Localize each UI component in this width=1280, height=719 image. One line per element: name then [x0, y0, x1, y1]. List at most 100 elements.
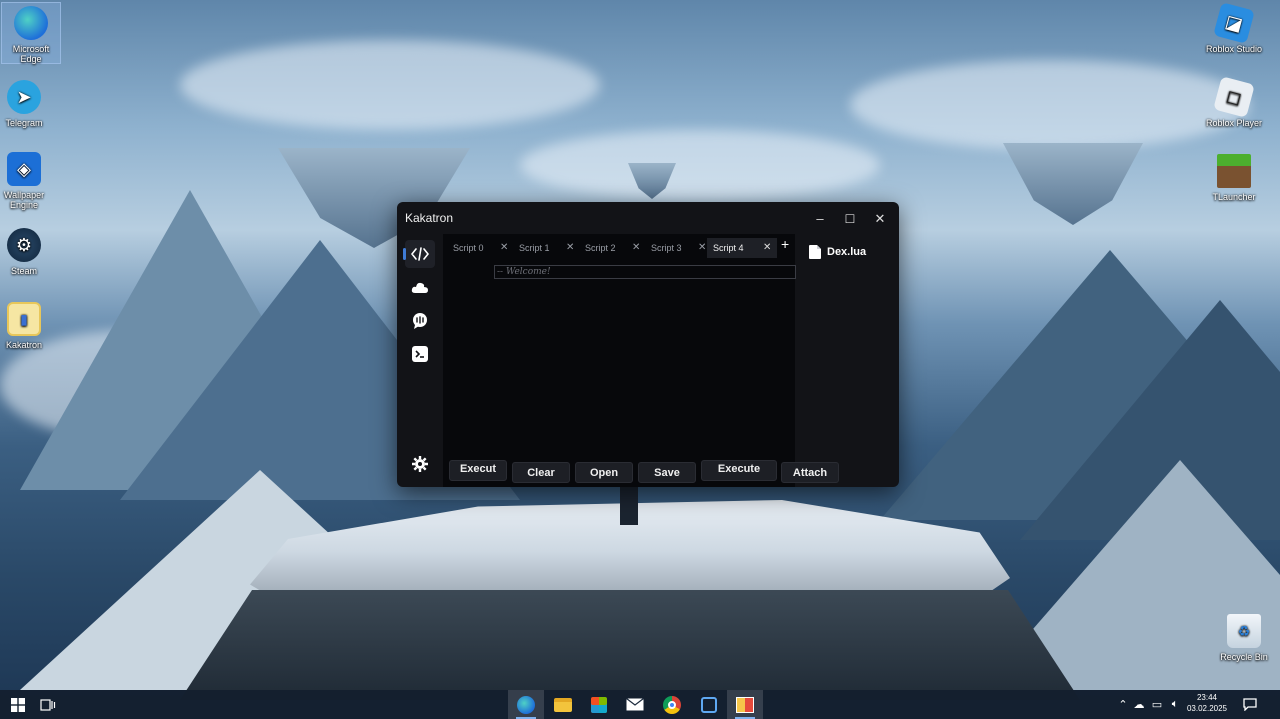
- roblox-player-icon: ◻: [1213, 76, 1255, 118]
- taskbar-mail[interactable]: [617, 690, 653, 719]
- desktop-icon-recycle-bin[interactable]: ♻ Recycle Bin: [1214, 614, 1274, 664]
- desktop-icon-label: Roblox Studio: [1205, 44, 1263, 54]
- sidebar-settings-button[interactable]: [405, 450, 435, 478]
- taskbar-clock[interactable]: 23:44 03.02.2025: [1183, 692, 1231, 714]
- desktop-icon-label: Roblox Player: [1205, 118, 1263, 128]
- close-button[interactable]: ✕: [871, 210, 889, 228]
- add-tab-button[interactable]: +: [781, 236, 789, 252]
- taskbar: ⌃ ☁ ▭ 🔈︎: [0, 690, 1280, 719]
- tab-label: Script 1: [519, 243, 550, 253]
- code-editor-line[interactable]: -- Welcome!: [494, 265, 796, 279]
- desktop-icon-telegram[interactable]: ➤ Telegram: [0, 80, 54, 128]
- clock-time: 23:44: [1196, 693, 1218, 702]
- code-icon: [411, 247, 429, 261]
- file-explorer-icon: [554, 697, 572, 712]
- store-icon: [591, 696, 607, 713]
- roblox-studio-icon: ◪: [1213, 2, 1255, 44]
- tab-close-icon[interactable]: ✕: [500, 238, 508, 258]
- gear-icon: [412, 456, 428, 472]
- file-icon: [809, 245, 821, 259]
- volume-icon[interactable]: 🔈︎: [1166, 698, 1184, 711]
- notification-icon: [1243, 698, 1257, 711]
- telegram-icon: ➤: [7, 80, 41, 114]
- terminal-icon: [412, 346, 428, 362]
- desktop-icon-kakatron[interactable]: ▮ Kakatron: [0, 302, 54, 350]
- taskbar-store[interactable]: [581, 690, 617, 719]
- start-icon: [11, 697, 25, 712]
- desktop-icon-label: Steam: [10, 266, 37, 276]
- sidebar: [397, 234, 443, 487]
- task-view-icon: [40, 698, 56, 711]
- desktop-icon-label: Recycle Bin: [1220, 652, 1268, 662]
- tlauncher-icon: [1217, 154, 1251, 188]
- notification-center-button[interactable]: [1232, 690, 1268, 719]
- sidebar-editor-button[interactable]: [403, 240, 435, 268]
- desktop-icon-steam[interactable]: ⚙ Steam: [0, 228, 54, 276]
- script-list-item[interactable]: Dex.lua: [809, 245, 866, 259]
- script-file-name: Dex.lua: [827, 246, 867, 258]
- desktop-icon-label: TLauncher: [1212, 192, 1256, 202]
- wallpaper-engine-icon: ◈: [7, 152, 41, 186]
- tab-script-2[interactable]: Script 2: [575, 238, 631, 258]
- tab-script-3[interactable]: Script 3: [641, 238, 697, 258]
- sidebar-console-button[interactable]: [405, 340, 435, 368]
- taskbar-file-explorer[interactable]: [545, 690, 581, 719]
- kakatron-window: Kakatron – ☐ ✕ Script 0 ✕ Script 1 ✕ Scr…: [397, 202, 899, 487]
- taskbar-chrome[interactable]: [654, 690, 690, 719]
- tab-label: Script 3: [651, 243, 682, 253]
- tab-label: Script 0: [453, 243, 484, 253]
- task-view-button[interactable]: [30, 690, 66, 719]
- edge-icon: [517, 695, 535, 714]
- script-tabs: Script 0 ✕ Script 1 ✕ Script 2 ✕ Script …: [443, 238, 795, 258]
- tab-close-icon[interactable]: ✕: [698, 238, 706, 258]
- edge-icon: [14, 6, 48, 40]
- kakatron-icon: ▮: [7, 302, 41, 336]
- cloud-icon: [411, 282, 428, 293]
- desktop-icon-label: Telegram: [5, 118, 43, 128]
- desktop-icon-tlauncher[interactable]: TLauncher: [1204, 154, 1264, 202]
- scripts-panel: [795, 234, 899, 487]
- chevron-up-icon[interactable]: ⌃: [1116, 698, 1130, 711]
- network-icon[interactable]: ▭: [1148, 698, 1166, 711]
- kakatron-icon: [736, 696, 754, 713]
- desktop-icon-wallpaper-engine[interactable]: ◈ Wallpaper Engine: [0, 152, 54, 214]
- desktop-icon-label: Kakatron: [5, 340, 43, 350]
- sidebar-chat-button[interactable]: [405, 307, 435, 335]
- taskbar-edge[interactable]: [508, 690, 544, 719]
- desktop-icon-roblox-player[interactable]: ◻ Roblox Player: [1204, 76, 1264, 128]
- clear-button[interactable]: Clear: [512, 462, 570, 483]
- execut-button[interactable]: Execut: [449, 460, 507, 481]
- clock-date: 03.02.2025: [1186, 704, 1228, 713]
- tab-script-0[interactable]: Script 0: [443, 238, 499, 258]
- tab-label: Script 2: [585, 243, 616, 253]
- sidebar-cloud-button[interactable]: [405, 274, 435, 302]
- chat-icon: [413, 313, 427, 329]
- execute-button[interactable]: Execute: [701, 460, 777, 481]
- tab-script-4[interactable]: Script 4 ✕: [707, 238, 777, 258]
- tab-script-1[interactable]: Script 1: [509, 238, 565, 258]
- chrome-icon: [663, 695, 681, 714]
- tab-close-icon[interactable]: ✕: [566, 238, 574, 258]
- open-button[interactable]: Open: [575, 462, 633, 483]
- attach-button[interactable]: Attach: [781, 462, 839, 483]
- onedrive-icon[interactable]: ☁: [1130, 698, 1148, 711]
- desktop-icon-label: Wallpaper Engine: [3, 190, 45, 210]
- mail-icon: [626, 698, 644, 711]
- save-button[interactable]: Save: [638, 462, 696, 483]
- title-bar[interactable]: Kakatron – ☐ ✕: [397, 202, 899, 234]
- maximize-button[interactable]: ☐: [841, 210, 859, 228]
- desktop-icon-roblox-studio[interactable]: ◪ Roblox Studio: [1204, 2, 1264, 64]
- recycle-bin-icon: ♻: [1227, 614, 1261, 648]
- system-tray: ⌃ ☁ ▭ 🔈︎: [1116, 690, 1184, 719]
- steam-icon: ⚙: [7, 228, 41, 262]
- minimize-button[interactable]: –: [811, 210, 829, 228]
- window-title: Kakatron: [405, 211, 454, 225]
- taskbar-wallpaper-engine[interactable]: [691, 690, 727, 719]
- wallpaper-engine-icon: [701, 696, 717, 713]
- tab-label: Script 4: [713, 243, 744, 253]
- tab-close-icon[interactable]: ✕: [763, 238, 771, 258]
- desktop-icon-edge[interactable]: Microsoft Edge: [1, 2, 61, 64]
- desktop-icon-label: Microsoft Edge: [12, 44, 50, 64]
- taskbar-kakatron[interactable]: [727, 690, 763, 719]
- tab-close-icon[interactable]: ✕: [632, 238, 640, 258]
